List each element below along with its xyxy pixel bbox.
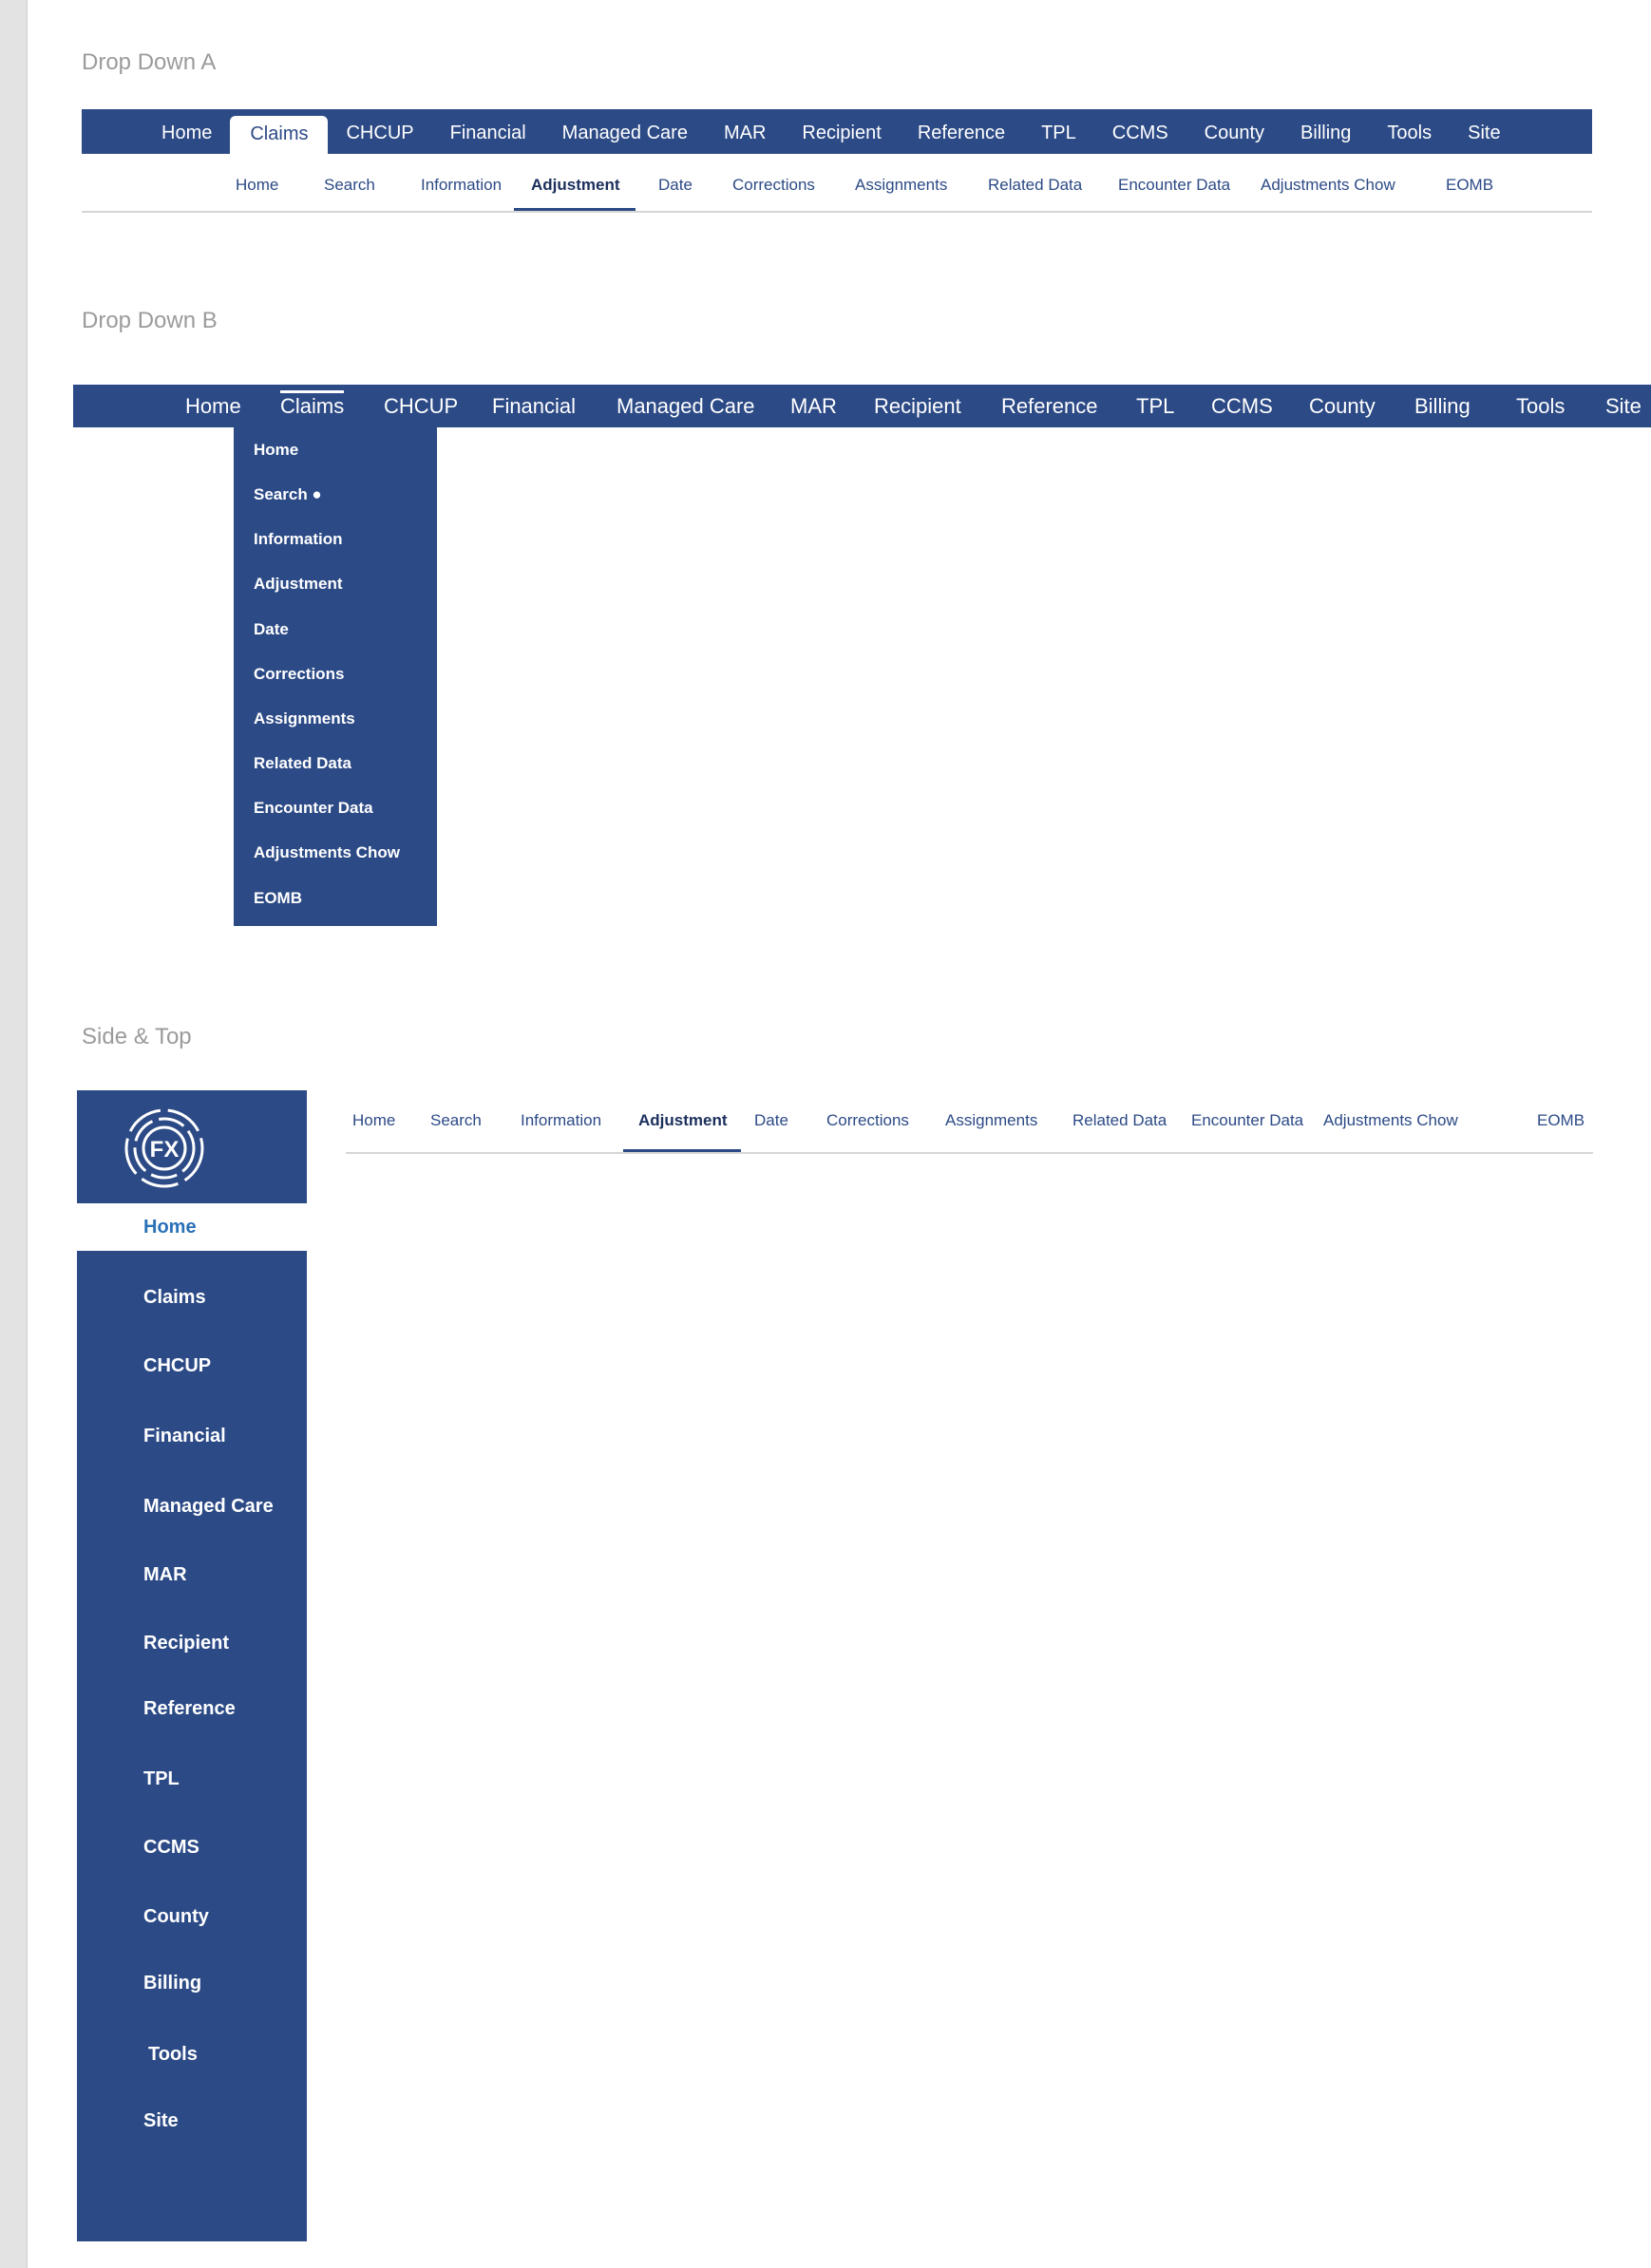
- nav-item-reference[interactable]: Reference: [1001, 385, 1098, 427]
- nav-item-site[interactable]: Site: [1450, 116, 1518, 151]
- sub-item-information[interactable]: Information: [421, 169, 502, 211]
- dropdown-item-information[interactable]: Information: [254, 530, 343, 549]
- sub-item-corrections[interactable]: Corrections: [732, 169, 815, 211]
- dropdown-a-sub-nav: Home Search Information Adjustment Date …: [82, 169, 1592, 213]
- dropdown-item-adjustments-chow[interactable]: Adjustments Chow: [254, 843, 400, 862]
- sidebar-nav: FX Home Claims CHCUP Financial Managed C…: [77, 1090, 307, 2241]
- sub-item-adjustment-label: Adjustment: [638, 1111, 728, 1129]
- nav-item-tools[interactable]: Tools: [1516, 385, 1565, 427]
- sidebar-item-claims[interactable]: Claims: [143, 1287, 206, 1309]
- sidebar-item-recipient[interactable]: Recipient: [143, 1633, 229, 1654]
- dropdown-item-corrections[interactable]: Corrections: [254, 665, 344, 684]
- nav-item-county[interactable]: County: [1186, 116, 1282, 151]
- nav-item-billing[interactable]: Billing: [1414, 385, 1471, 427]
- nav-item-mar[interactable]: MAR: [790, 385, 837, 427]
- sub-item-home[interactable]: Home: [352, 1104, 395, 1152]
- nav-item-county[interactable]: County: [1309, 385, 1376, 427]
- dropdown-b-main-nav: Home Claims CHCUP Financial Managed Care…: [73, 385, 1651, 427]
- fx-logo-icon[interactable]: FX: [123, 1107, 205, 1189]
- nav-item-ccms[interactable]: CCMS: [1211, 385, 1273, 427]
- sidebar-item-site[interactable]: Site: [143, 2110, 179, 2132]
- nav-item-chcup[interactable]: CHCUP: [328, 116, 431, 151]
- sub-item-encounter-data[interactable]: Encounter Data: [1118, 169, 1230, 211]
- sidebar-item-county[interactable]: County: [143, 1906, 209, 1928]
- sub-item-date[interactable]: Date: [658, 169, 693, 211]
- section-title-dropdown-b: Drop Down B: [82, 308, 218, 333]
- sub-item-adjustment[interactable]: Adjustment: [514, 169, 636, 211]
- mockup-canvas: Drop Down A Home Claims CHCUP Financial …: [27, 0, 1651, 2268]
- active-underline: [514, 208, 636, 211]
- active-underline: [623, 1149, 741, 1152]
- sidebar-tab-corner: [123, 1188, 307, 1203]
- nav-item-home[interactable]: Home: [143, 116, 230, 151]
- nav-item-recipient[interactable]: Recipient: [784, 116, 899, 151]
- side-top-sub-nav: Home Search Information Adjustment Date …: [346, 1104, 1593, 1154]
- sidebar-item-ccms[interactable]: CCMS: [143, 1837, 199, 1859]
- sub-item-search[interactable]: Search: [324, 169, 375, 211]
- active-topline: [280, 390, 345, 393]
- dropdown-item-eomb[interactable]: EOMB: [254, 889, 302, 908]
- nav-item-tpl[interactable]: TPL: [1023, 116, 1094, 151]
- nav-item-billing[interactable]: Billing: [1282, 116, 1369, 151]
- claims-dropdown-menu: Home Search ● Information Adjustment Dat…: [234, 427, 437, 926]
- nav-item-site[interactable]: Site: [1605, 385, 1642, 427]
- sub-item-related-data[interactable]: Related Data: [1072, 1104, 1167, 1152]
- nav-item-chcup[interactable]: CHCUP: [384, 385, 458, 427]
- sub-item-adjustments-chow[interactable]: Adjustments Chow: [1261, 169, 1395, 211]
- sidebar-item-mar[interactable]: MAR: [143, 1564, 187, 1586]
- section-title-dropdown-a: Drop Down A: [82, 49, 217, 75]
- sidebar-tab-cutout: [77, 1203, 123, 1251]
- nav-item-claims[interactable]: Claims: [230, 116, 329, 154]
- nav-item-tpl[interactable]: TPL: [1136, 385, 1174, 427]
- sub-item-eomb[interactable]: EOMB: [1537, 1104, 1585, 1152]
- sub-item-related-data[interactable]: Related Data: [988, 169, 1082, 211]
- nav-item-financial[interactable]: Financial: [492, 385, 576, 427]
- nav-item-ccms[interactable]: CCMS: [1094, 116, 1186, 151]
- logo-text: FX: [150, 1137, 180, 1162]
- nav-item-recipient[interactable]: Recipient: [874, 385, 961, 427]
- sub-item-adjustment-label: Adjustment: [531, 176, 620, 194]
- dropdown-item-home[interactable]: Home: [254, 441, 298, 460]
- dropdown-item-related-data[interactable]: Related Data: [254, 754, 351, 773]
- sidebar-item-chcup[interactable]: CHCUP: [143, 1355, 211, 1377]
- section-title-side-top: Side & Top: [82, 1024, 192, 1049]
- sub-item-assignments[interactable]: Assignments: [855, 169, 947, 211]
- sub-item-information[interactable]: Information: [521, 1104, 601, 1152]
- nav-item-managed-care[interactable]: Managed Care: [544, 116, 706, 151]
- dropdown-item-date[interactable]: Date: [254, 620, 289, 639]
- nav-item-tools[interactable]: Tools: [1369, 116, 1450, 151]
- sidebar-item-financial[interactable]: Financial: [143, 1426, 226, 1447]
- nav-item-home[interactable]: Home: [185, 385, 241, 427]
- sidebar-item-billing[interactable]: Billing: [143, 1973, 201, 1994]
- sub-item-eomb[interactable]: EOMB: [1446, 169, 1493, 211]
- sub-item-home[interactable]: Home: [236, 169, 278, 211]
- dropdown-item-search[interactable]: Search ●: [254, 485, 322, 504]
- sub-item-encounter-data[interactable]: Encounter Data: [1191, 1104, 1303, 1152]
- dropdown-item-assignments[interactable]: Assignments: [254, 709, 355, 728]
- sub-item-assignments[interactable]: Assignments: [945, 1104, 1037, 1152]
- sidebar-item-tools[interactable]: Tools: [148, 2044, 198, 2066]
- dropdown-a-main-nav: Home Claims CHCUP Financial Managed Care…: [82, 109, 1592, 154]
- nav-item-mar[interactable]: MAR: [706, 116, 784, 151]
- nav-item-reference[interactable]: Reference: [900, 116, 1023, 151]
- sub-item-corrections[interactable]: Corrections: [826, 1104, 909, 1152]
- sidebar-item-tpl[interactable]: TPL: [143, 1768, 180, 1790]
- dropdown-item-encounter-data[interactable]: Encounter Data: [254, 799, 373, 818]
- sub-item-date[interactable]: Date: [754, 1104, 788, 1152]
- nav-item-claims[interactable]: Claims: [280, 385, 345, 427]
- sub-item-search[interactable]: Search: [430, 1104, 482, 1152]
- nav-item-managed-care[interactable]: Managed Care: [617, 385, 755, 427]
- sidebar-item-reference[interactable]: Reference: [143, 1698, 236, 1720]
- sub-item-adjustment[interactable]: Adjustment: [623, 1104, 741, 1152]
- nav-item-claims-label: Claims: [280, 394, 345, 418]
- sidebar-item-home[interactable]: Home: [123, 1203, 307, 1251]
- sub-item-adjustments-chow[interactable]: Adjustments Chow: [1323, 1104, 1458, 1152]
- sidebar-item-managed-care[interactable]: Managed Care: [143, 1496, 274, 1518]
- dropdown-item-adjustment[interactable]: Adjustment: [254, 575, 343, 594]
- nav-item-financial[interactable]: Financial: [432, 116, 544, 151]
